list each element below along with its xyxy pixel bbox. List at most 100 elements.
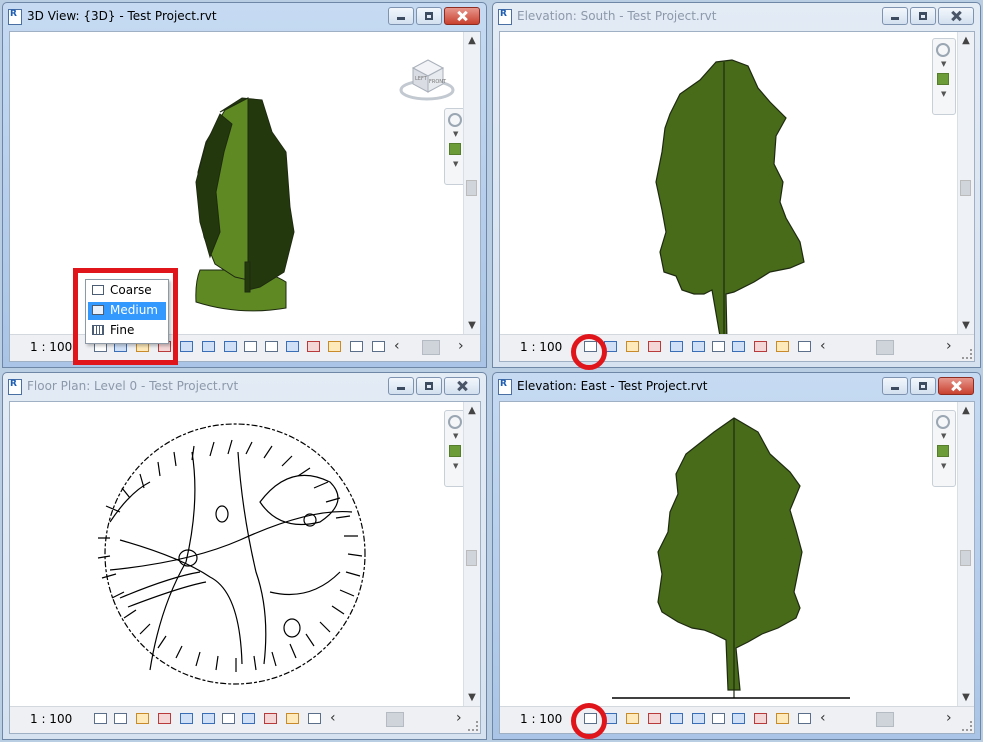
reveal-hidden-icon[interactable] xyxy=(754,341,767,352)
scroll-thumb[interactable] xyxy=(466,180,477,196)
scroll-right-arrow[interactable]: › xyxy=(946,338,952,354)
visual-style-icon[interactable] xyxy=(114,713,127,724)
scroll-down-arrow[interactable]: ▼ xyxy=(464,691,480,705)
reveal-hidden-icon[interactable] xyxy=(242,713,255,724)
scroll-left-arrow[interactable]: ‹ xyxy=(394,338,400,354)
scroll-down-arrow[interactable]: ▼ xyxy=(958,319,974,333)
minimize-button[interactable] xyxy=(388,7,414,25)
scroll-up-arrow[interactable]: ▲ xyxy=(958,34,974,48)
window-floor-plan[interactable]: Floor Plan: Level 0 - Test Project.rvt ▼… xyxy=(2,372,487,740)
titlebar[interactable]: Floor Plan: Level 0 - Test Project.rvt xyxy=(3,373,486,401)
vertical-scrollbar[interactable]: ▲ ▼ xyxy=(957,32,974,335)
close-button[interactable] xyxy=(938,377,974,395)
temp-hide-icon[interactable] xyxy=(222,713,235,724)
scroll-right-arrow[interactable]: › xyxy=(458,338,464,354)
analysis-display-icon[interactable] xyxy=(328,341,341,352)
horizontal-scroll-thumb[interactable] xyxy=(386,712,404,727)
scroll-down-arrow[interactable]: ▼ xyxy=(464,319,480,333)
scroll-up-arrow[interactable]: ▲ xyxy=(958,404,974,418)
detail-level-icon[interactable] xyxy=(94,713,107,724)
horizontal-scroll-thumb[interactable] xyxy=(422,340,440,355)
scroll-right-arrow[interactable]: › xyxy=(946,710,952,726)
resize-grip[interactable] xyxy=(962,349,972,359)
temp-view-properties-icon[interactable] xyxy=(776,341,789,352)
highlight-circle xyxy=(571,703,607,739)
titlebar[interactable]: Elevation: South - Test Project.rvt xyxy=(493,3,980,31)
analysis-display-icon[interactable] xyxy=(286,713,299,724)
titlebar[interactable]: 3D View: {3D} - Test Project.rvt xyxy=(3,3,486,31)
scroll-left-arrow[interactable]: ‹ xyxy=(820,338,826,354)
scroll-up-arrow[interactable]: ▲ xyxy=(464,404,480,418)
titlebar[interactable]: Elevation: East - Test Project.rvt xyxy=(493,373,980,401)
vertical-scrollbar[interactable]: ▲ ▼ xyxy=(463,32,480,335)
maximize-button[interactable] xyxy=(910,7,936,25)
sun-path-icon[interactable] xyxy=(136,713,149,724)
window-elevation-south[interactable]: Elevation: South - Test Project.rvt ▼ ▼ … xyxy=(492,2,981,368)
temp-hide-icon[interactable] xyxy=(265,341,278,352)
close-button[interactable] xyxy=(444,7,480,25)
horizontal-scroll-thumb[interactable] xyxy=(876,340,894,355)
show-crop-icon[interactable] xyxy=(224,341,237,352)
close-button[interactable] xyxy=(938,7,974,25)
scroll-thumb[interactable] xyxy=(960,180,971,196)
reveal-constraints-icon[interactable] xyxy=(798,341,811,352)
view-canvas[interactable]: ▼ ▼ ▲ ▼ 1 : 100 ‹ › xyxy=(9,401,481,734)
maximize-button[interactable] xyxy=(416,7,442,25)
scroll-thumb[interactable] xyxy=(466,550,477,566)
view-canvas[interactable]: ▼ ▼ ▲ ▼ 1 : 100 ‹ › xyxy=(499,401,975,734)
rendering-icon[interactable] xyxy=(180,341,193,352)
reveal-constraints-icon[interactable] xyxy=(372,341,385,352)
shadows-icon[interactable] xyxy=(158,713,171,724)
shadows-icon[interactable] xyxy=(648,341,661,352)
temp-view-properties-icon[interactable] xyxy=(776,713,789,724)
crop-view-icon[interactable] xyxy=(180,713,193,724)
vertical-scrollbar[interactable]: ▲ ▼ xyxy=(463,402,480,707)
lock-3d-icon[interactable] xyxy=(244,341,257,352)
minimize-button[interactable] xyxy=(882,377,908,395)
show-crop-icon[interactable] xyxy=(712,341,725,352)
view-canvas[interactable]: ▼ ▼ ▲ ▼ 1 : 100 ‹ › xyxy=(499,31,975,362)
scroll-down-arrow[interactable]: ▼ xyxy=(958,691,974,705)
rendering-icon[interactable] xyxy=(670,341,683,352)
temp-hide-icon[interactable] xyxy=(732,341,745,352)
temp-hide-icon[interactable] xyxy=(732,713,745,724)
view-scale[interactable]: 1 : 100 xyxy=(30,340,72,354)
reveal-constraints-icon[interactable] xyxy=(308,713,321,724)
crop-view-icon[interactable] xyxy=(692,713,705,724)
scroll-up-arrow[interactable]: ▲ xyxy=(464,34,480,48)
tree-elevation-south xyxy=(580,59,866,342)
horizontal-scroll-thumb[interactable] xyxy=(876,712,894,727)
resize-grip[interactable] xyxy=(962,721,972,731)
show-crop-icon[interactable] xyxy=(202,713,215,724)
highlight-displacement-icon[interactable] xyxy=(350,341,363,352)
view-scale[interactable]: 1 : 100 xyxy=(520,340,562,354)
scroll-left-arrow[interactable]: ‹ xyxy=(330,710,336,726)
scroll-thumb[interactable] xyxy=(960,550,971,566)
sun-path-icon[interactable] xyxy=(626,713,639,724)
temp-view-properties-icon[interactable] xyxy=(264,713,277,724)
view-scale[interactable]: 1 : 100 xyxy=(520,712,562,726)
reveal-hidden-icon[interactable] xyxy=(286,341,299,352)
crop-view-icon[interactable] xyxy=(202,341,215,352)
sun-path-icon[interactable] xyxy=(626,341,639,352)
temp-view-properties-icon[interactable] xyxy=(307,341,320,352)
rendering-icon[interactable] xyxy=(670,713,683,724)
window-title: Elevation: East - Test Project.rvt xyxy=(517,379,708,393)
show-crop-icon[interactable] xyxy=(712,713,725,724)
reveal-hidden-icon[interactable] xyxy=(754,713,767,724)
scroll-left-arrow[interactable]: ‹ xyxy=(820,710,826,726)
view-scale[interactable]: 1 : 100 xyxy=(30,712,72,726)
maximize-button[interactable] xyxy=(910,377,936,395)
reveal-constraints-icon[interactable] xyxy=(798,713,811,724)
minimize-button[interactable] xyxy=(388,377,414,395)
maximize-button[interactable] xyxy=(416,377,442,395)
resize-grip[interactable] xyxy=(468,721,478,731)
close-button[interactable] xyxy=(444,377,480,395)
crop-view-icon[interactable] xyxy=(692,341,705,352)
minimize-button[interactable] xyxy=(882,7,908,25)
vertical-scrollbar[interactable]: ▲ ▼ xyxy=(957,402,974,707)
shadows-icon[interactable] xyxy=(648,713,661,724)
window-elevation-east[interactable]: Elevation: East - Test Project.rvt ▼ ▼ ▲… xyxy=(492,372,981,740)
scroll-right-arrow[interactable]: › xyxy=(456,710,462,726)
revit-file-icon xyxy=(498,3,512,25)
